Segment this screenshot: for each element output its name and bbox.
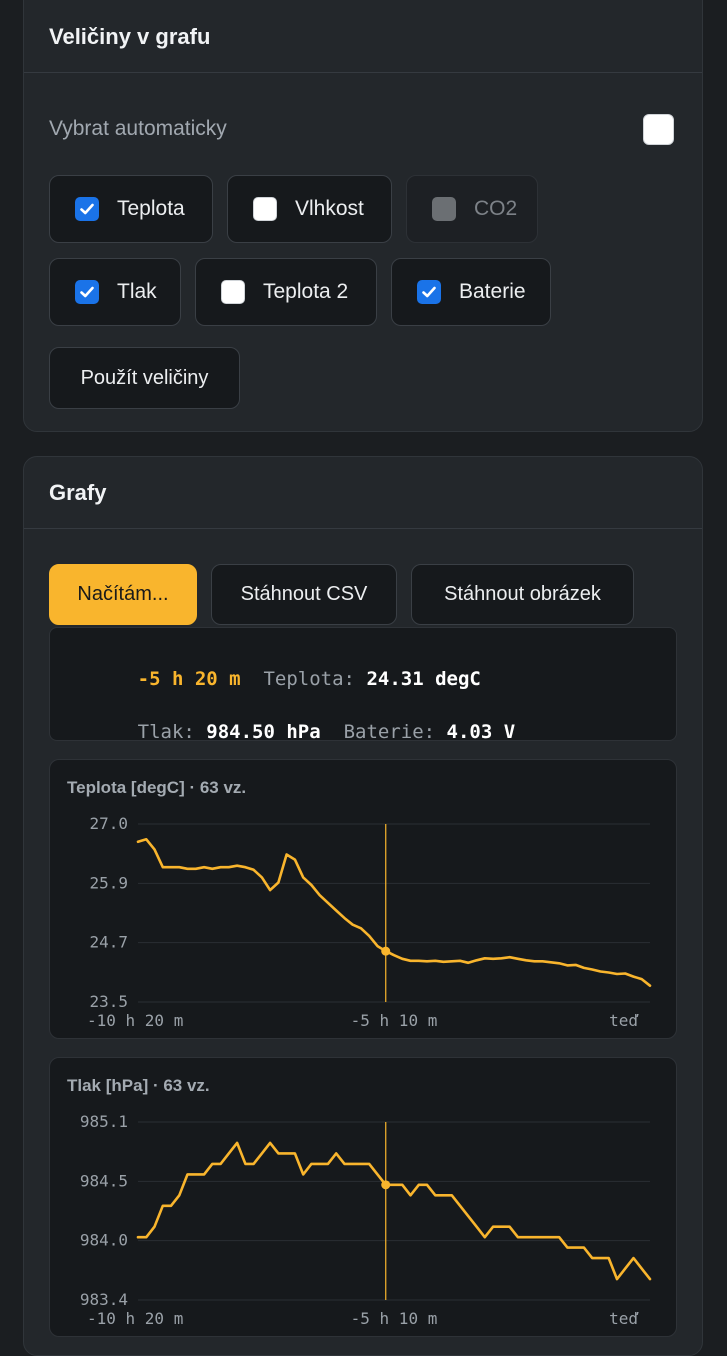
teplota-2-checkbox[interactable]: [221, 280, 245, 304]
download-image-button[interactable]: Stáhnout obrázek: [411, 564, 634, 625]
pressure-chart[interactable]: Tlak [hPa] · 63 vz. 985.1 984.5 984.0 983.4…: [49, 1057, 677, 1337]
series-line: [136, 1141, 652, 1281]
quantity-option-vlhkost[interactable]: Vlhkost: [227, 175, 392, 243]
series-line: [136, 838, 652, 987]
x-tick-label: -5 h 10 m: [351, 1309, 438, 1328]
readout-battery-label: Baterie:: [343, 721, 436, 743]
checkmark-icon: [80, 203, 94, 215]
quantity-option-co2: CO2: [406, 175, 538, 243]
graphs-title: Grafy: [24, 457, 702, 529]
auto-select-checkbox[interactable]: [643, 113, 674, 145]
x-tick-label: teď: [609, 1309, 639, 1328]
teplota-label: Teplota: [117, 197, 185, 220]
y-tick-label: 27.0: [89, 814, 128, 833]
readout-pressure-value: 984.50 hPa: [206, 721, 321, 743]
y-tick-label: 984.0: [80, 1231, 128, 1250]
vlhkost-label: Vlhkost: [295, 197, 364, 220]
baterie-label: Baterie: [459, 280, 526, 303]
quantity-option-tlak[interactable]: Tlak: [49, 258, 181, 326]
y-tick-label: 985.1: [80, 1112, 128, 1131]
quantities-title: Veličiny v grafu: [24, 0, 702, 73]
vlhkost-checkbox[interactable]: [253, 197, 277, 221]
graphs-card: Grafy Načítám... Stáhnout CSV Stáhnout o…: [23, 456, 703, 1356]
readout-temp-label: Teplota:: [263, 668, 355, 690]
pressure-chart-plot[interactable]: 985.1 984.5 984.0 983.4-10 h 20 m -5 h 10 m t…: [50, 1058, 678, 1338]
x-tick-label: teď: [609, 1011, 639, 1030]
y-tick-label: 24.7: [89, 933, 128, 952]
cursor-point: [381, 946, 391, 956]
readout-time: -5 h 20 m: [137, 668, 241, 690]
cursor-readout: -5 h 20 m Teplota: 24.31 degC Tlak: 984.…: [49, 627, 677, 743]
y-tick-label: 23.5: [89, 992, 128, 1011]
loading-button[interactable]: Načítám...: [49, 564, 197, 625]
temperature-chart-plot[interactable]: 27.0 25.9 24.7 23.5-10 h 20 m -5 h 10 m teď: [50, 760, 678, 1040]
readout-battery-value: 4.03 V: [446, 721, 516, 743]
cursor-point: [381, 1180, 391, 1190]
x-tick-label: -10 h 20 m: [87, 1309, 183, 1328]
readout-pressure-label: Tlak:: [137, 721, 195, 743]
auto-select-label: Vybrat automaticky: [49, 117, 227, 140]
y-tick-label: 984.5: [80, 1171, 128, 1190]
quantity-option-teplota-2[interactable]: Teplota 2: [195, 258, 377, 326]
download-csv-button[interactable]: Stáhnout CSV: [211, 564, 397, 625]
co2-checkbox: [432, 197, 456, 221]
baterie-checkbox[interactable]: [417, 280, 441, 304]
auto-select-row: Vybrat automaticky: [49, 109, 674, 149]
quantities-card: Veličiny v grafu Vybrat automaticky Tepl…: [23, 0, 703, 432]
checkmark-icon: [80, 286, 94, 298]
tlak-checkbox[interactable]: [75, 280, 99, 304]
y-tick-label: 983.4: [80, 1290, 128, 1309]
teplota-2-label: Teplota 2: [263, 280, 349, 303]
apply-quantities-button[interactable]: Použít veličiny: [49, 347, 240, 409]
quantity-option-teplota[interactable]: Teplota: [49, 175, 213, 243]
co2-label: CO2: [474, 197, 518, 220]
y-tick-label: 25.9: [89, 873, 128, 892]
quantity-option-baterie[interactable]: Baterie: [391, 258, 551, 326]
tlak-label: Tlak: [117, 280, 157, 303]
x-tick-label: -5 h 10 m: [351, 1011, 438, 1030]
checkmark-icon: [422, 286, 436, 298]
temperature-chart[interactable]: Teplota [degC] · 63 vz. 27.0 25.9 24.7 23.5…: [49, 759, 677, 1039]
x-tick-label: -10 h 20 m: [87, 1011, 183, 1030]
readout-temp-value: 24.31 degC: [366, 668, 481, 690]
teplota-checkbox[interactable]: [75, 197, 99, 221]
